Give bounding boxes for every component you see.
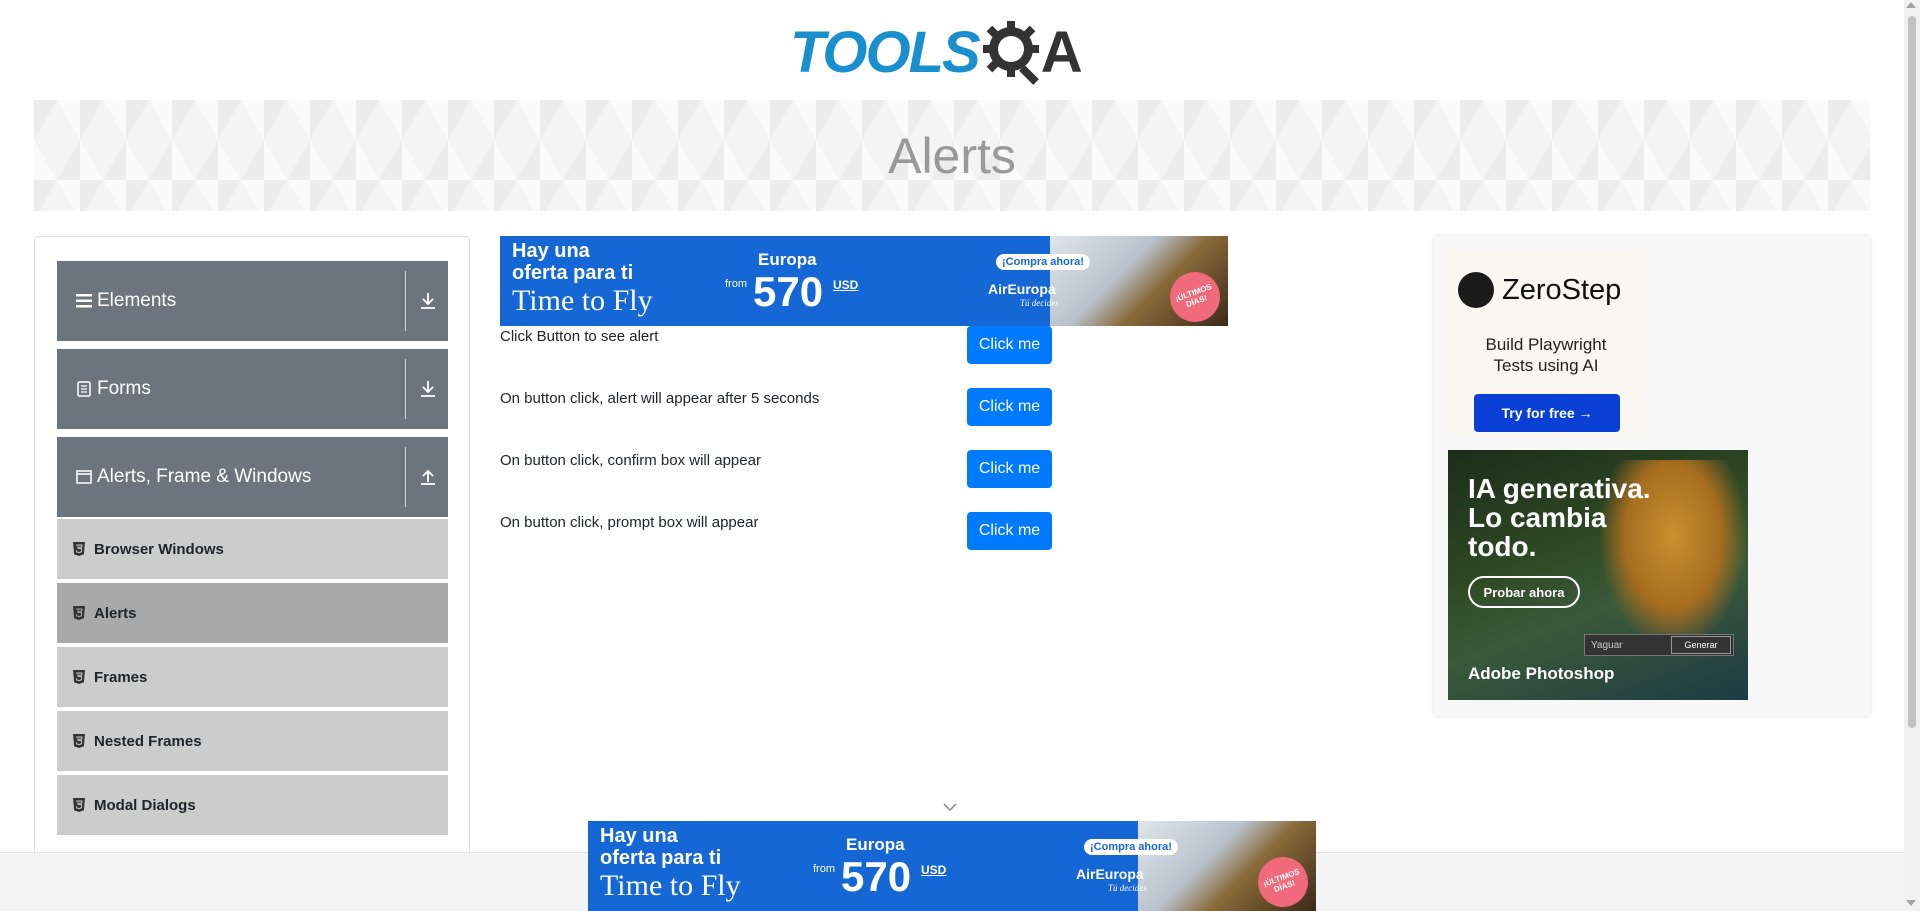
scroll-up-arrow-icon[interactable]: [1906, 2, 1916, 8]
ad-line: Hay una: [512, 240, 590, 262]
ad-currency: USD: [921, 863, 947, 877]
sidebar-item-frames[interactable]: Frames: [57, 647, 448, 709]
ad-line: Hay una: [600, 825, 678, 847]
ad-region: Europa: [846, 835, 905, 854]
sidebar-item-label: Browser Windows: [94, 540, 224, 558]
photoshop-ad[interactable]: IA generativa. Lo cambia todo. Probar ah…: [1448, 450, 1748, 700]
ad-banner-bottom[interactable]: Hay una oferta para ti Time to Fly Europ…: [588, 821, 1316, 911]
ad-headline: Hay una oferta para ti Time to Fly: [512, 240, 653, 318]
divider: [405, 359, 406, 419]
sidebar-group-label: Forms: [97, 378, 151, 399]
timer-alert-button[interactable]: Click me: [967, 388, 1052, 426]
zerostep-ad[interactable]: ZeroStep Build Playwright Tests using AI…: [1446, 250, 1646, 434]
scroll-down-arrow-icon[interactable]: [1906, 900, 1916, 906]
ad-from: from: [725, 278, 747, 290]
upload-arrow-icon[interactable]: [416, 465, 440, 489]
try-for-free-button[interactable]: Try for free →: [1474, 394, 1620, 432]
gear-magnifier-icon: [981, 19, 1047, 85]
ad-banner-top[interactable]: Hay una oferta para ti Time to Fly Europ…: [500, 236, 1228, 326]
sidebar-item-alerts[interactable]: Alerts: [57, 583, 448, 645]
html5-icon: [73, 670, 85, 684]
ad-currency: USD: [833, 278, 859, 292]
prompt-button[interactable]: Click me: [967, 512, 1052, 550]
ad-line: oferta para ti: [600, 847, 722, 869]
page-banner: Alerts: [34, 100, 1870, 211]
ad-price: 570: [841, 853, 912, 900]
hamburger-icon: [75, 294, 93, 308]
ad-headline: Hay una oferta para ti Time to Fly: [600, 825, 741, 903]
scrollbar-thumb[interactable]: [1908, 16, 1916, 728]
ad-region: Europa: [758, 250, 817, 269]
right-ad-panel: ZeroStep Build Playwright Tests using AI…: [1434, 236, 1870, 716]
photoshop-title-line: IA generativa.: [1468, 473, 1651, 504]
alert-button[interactable]: Click me: [967, 326, 1052, 364]
timer-alert-label: On button click, alert will appear after…: [500, 390, 820, 407]
zerostep-subtitle: Build Playwright Tests using AI: [1446, 334, 1646, 376]
divider: [405, 271, 406, 331]
window-icon: [75, 470, 93, 484]
zerostep-subtitle-line: Tests using AI: [1493, 356, 1599, 375]
sidebar-group-label: Alerts, Frame & Windows: [97, 466, 312, 487]
download-arrow-icon[interactable]: [416, 289, 440, 313]
ad-tagline: Tú decides: [1108, 883, 1147, 893]
sidebar-group-elements[interactable]: Elements: [57, 261, 448, 341]
ad-cta[interactable]: ¡Compra ahora!: [996, 254, 1090, 270]
page: TOOLS A Alerts Elements Forms Alerts, Fr…: [0, 0, 1920, 911]
photoshop-title-line: todo.: [1468, 531, 1537, 562]
download-arrow-icon[interactable]: [416, 377, 440, 401]
sidebar-group-alerts-frame-windows[interactable]: Alerts, Frame & Windows: [57, 437, 448, 517]
confirm-button[interactable]: Click me: [967, 450, 1052, 488]
sidebar-item-nested-frames[interactable]: Nested Frames: [57, 711, 448, 773]
sidebar-item-label: Modal Dialogs: [94, 796, 196, 814]
html5-icon: [73, 798, 85, 812]
sidebar-item-label: Frames: [94, 668, 148, 686]
page-title: Alerts: [888, 127, 1016, 184]
sidebar-item-modal-dialogs[interactable]: Modal Dialogs: [57, 775, 448, 837]
toolsqa-logo[interactable]: TOOLS A: [790, 14, 1116, 90]
sidebar-item-label: Alerts: [94, 604, 137, 622]
ad-price: 570: [753, 268, 824, 315]
zerostep-name: ZeroStep: [1502, 273, 1622, 306]
probar-ahora-button[interactable]: Probar ahora: [1468, 576, 1580, 608]
html5-icon: [73, 734, 85, 748]
prompt-label: On button click, prompt box will appear: [500, 514, 759, 531]
ad-brand: AirEuropa: [988, 281, 1056, 297]
zerostep-logo-icon: [1458, 272, 1494, 308]
ad-line: Time to Fly: [600, 869, 741, 902]
ad-line: oferta para ti: [512, 262, 634, 284]
sidebar-group-forms[interactable]: Forms: [57, 349, 448, 429]
html5-icon: [73, 542, 85, 556]
ad-brand: AirEuropa: [1076, 866, 1144, 882]
chevron-down-icon[interactable]: [942, 802, 958, 812]
logo-tools-text: TOOLS: [790, 19, 981, 85]
html5-icon: [73, 606, 85, 620]
ad-line: Time to Fly: [512, 284, 653, 317]
ad-cta[interactable]: ¡Compra ahora!: [1084, 839, 1178, 855]
zerostep-subtitle-line: Build Playwright: [1485, 335, 1607, 354]
zerostep-logo: ZeroStep: [1458, 272, 1621, 308]
sidebar-group-label: Elements: [97, 290, 177, 311]
ad-from: from: [813, 863, 835, 875]
photoshop-prompt-input[interactable]: Yaguar Generar: [1584, 634, 1734, 656]
photoshop-title-line: Lo cambia: [1468, 502, 1607, 533]
sidebar: Elements Forms Alerts, Frame & Windows B…: [34, 236, 470, 911]
sidebar-item-browser-windows[interactable]: Browser Windows: [57, 519, 448, 581]
document-icon: [75, 381, 93, 397]
photoshop-title: IA generativa. Lo cambia todo.: [1468, 474, 1651, 561]
divider: [405, 447, 406, 507]
confirm-label: On button click, confirm box will appear: [500, 452, 761, 469]
sidebar-item-label: Nested Frames: [94, 732, 202, 750]
photoshop-brand: Adobe Photoshop: [1468, 664, 1615, 683]
logo-qa-text: A: [1040, 19, 1083, 85]
photoshop-input-value: Yaguar: [1591, 639, 1623, 651]
ad-tagline: Tú decides: [1020, 298, 1059, 308]
generate-button[interactable]: Generar: [1671, 636, 1731, 654]
alert-label: Click Button to see alert: [500, 328, 659, 345]
